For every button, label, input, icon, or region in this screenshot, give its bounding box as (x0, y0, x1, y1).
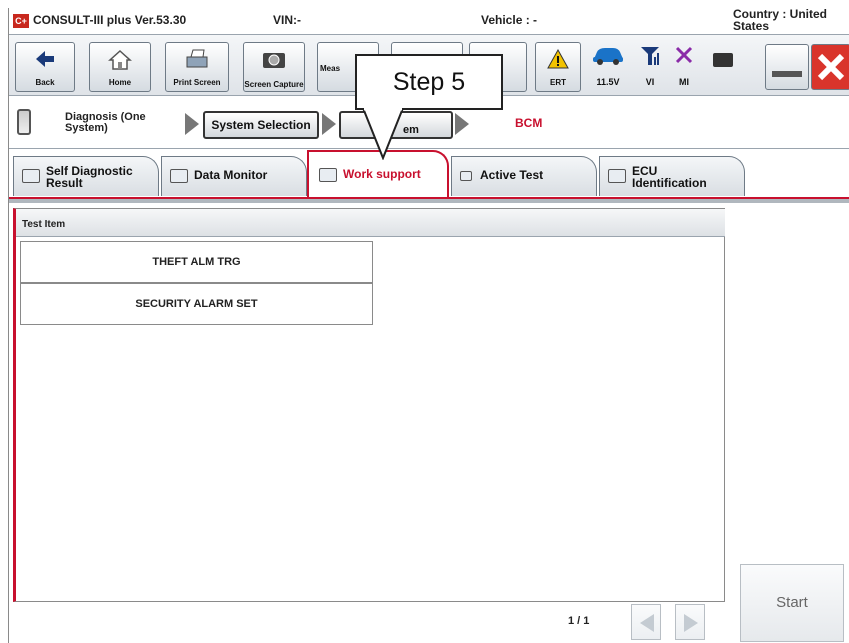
battery-status: 11.5V (589, 45, 627, 93)
breadcrumb-arrow-icon (185, 113, 199, 135)
camera-icon (263, 53, 285, 68)
vehicle-label: Vehicle : - (481, 13, 538, 27)
vin-label: VIN:- (273, 13, 301, 27)
minimize-button[interactable] (765, 44, 809, 90)
home-label: Home (108, 78, 132, 87)
prev-page-button[interactable] (631, 604, 661, 640)
ert-button[interactable]: ERT (535, 42, 581, 92)
vi-status: VI (635, 45, 665, 93)
breadcrumb-arrow-icon (322, 113, 336, 135)
ert-label: ERT (550, 78, 566, 87)
home-button[interactable]: Home (89, 42, 151, 92)
page-indicator: 1 / 1 (568, 615, 590, 627)
signal-icon (641, 47, 659, 65)
step-callout: Step 5 (355, 54, 503, 110)
battery-voltage: 11.5V (596, 77, 620, 87)
back-arrow-icon (36, 51, 54, 67)
vi-label: VI (645, 77, 655, 87)
monitor-icon (170, 169, 188, 183)
consult-logo: C+ (13, 14, 29, 28)
list-item-theft-alm-trg[interactable]: THEFT ALM TRG (20, 241, 373, 283)
home-icon (108, 49, 132, 70)
tab-self-diagnostic-result[interactable]: Self Diagnostic Result (13, 156, 159, 196)
diagnostic-icon (22, 169, 40, 183)
battery-icon (713, 53, 733, 67)
tab-label: Active Test (480, 168, 544, 182)
next-page-button[interactable] (675, 604, 705, 640)
tab-data-monitor[interactable]: Data Monitor (161, 156, 307, 196)
app-title: CONSULT-III plus Ver.53.30 (33, 13, 187, 27)
list-item-security-alarm-set[interactable]: SECURITY ALARM SET (20, 283, 373, 325)
chevron-left-icon (640, 614, 654, 632)
diagnosis-mode-label: Diagnosis (One System) (65, 111, 146, 134)
tab-underline (9, 197, 849, 203)
tab-active-test[interactable]: Active Test (451, 156, 597, 196)
test-item-list: Test Item THEFT ALM TRG SECURITY ALARM S… (13, 208, 725, 602)
country-label: Country : United States (733, 7, 827, 33)
back-button[interactable]: Back (15, 42, 75, 92)
ecu-icon (608, 169, 626, 183)
print-screen-label: Print Screen (173, 78, 221, 87)
printer-icon (186, 49, 208, 68)
minimize-icon (772, 71, 802, 77)
print-screen-button[interactable]: Print Screen (165, 42, 229, 92)
warning-icon (547, 49, 569, 69)
disconnected-x-icon (675, 46, 693, 64)
close-icon (817, 53, 845, 81)
tab-label: Data Monitor (194, 168, 268, 182)
tab-ecu-identification[interactable]: ECU Identification (599, 156, 745, 196)
callout-pointer (361, 108, 405, 160)
breadcrumb-arrow-icon (455, 113, 469, 135)
start-button[interactable]: Start (740, 564, 844, 642)
work-support-content: Test Item THEFT ALM TRG SECURITY ALARM S… (9, 204, 849, 643)
tab-label: ECU Identification (632, 164, 707, 190)
current-system-label: BCM (515, 116, 543, 130)
back-label: Back (35, 78, 55, 87)
tab-bar: Self Diagnostic Result Data Monitor Work… (9, 150, 849, 204)
close-button[interactable] (811, 44, 849, 90)
screen-capture-button[interactable]: Screen Capture (243, 42, 305, 92)
chevron-right-icon (684, 614, 698, 632)
screen-capture-label: Screen Capture (244, 80, 304, 89)
car-icon (593, 48, 623, 65)
test-item-header-label: Test Item (22, 219, 66, 230)
work-support-icon (319, 168, 337, 182)
test-item-header: Test Item (16, 209, 725, 237)
mi-label: MI (679, 77, 689, 87)
active-test-icon (460, 171, 472, 181)
title-bar: C+ CONSULT-III plus Ver.53.30 VIN:- Vehi… (9, 8, 849, 34)
device-icon (17, 109, 31, 135)
tab-label: Self Diagnostic Result (46, 164, 133, 190)
system-selection-button[interactable]: System Selection (203, 111, 319, 139)
tab-label: Work support (343, 167, 421, 181)
consult-app-window: C+ CONSULT-III plus Ver.53.30 VIN:- Vehi… (8, 8, 849, 643)
mi-status: MI (669, 45, 699, 93)
